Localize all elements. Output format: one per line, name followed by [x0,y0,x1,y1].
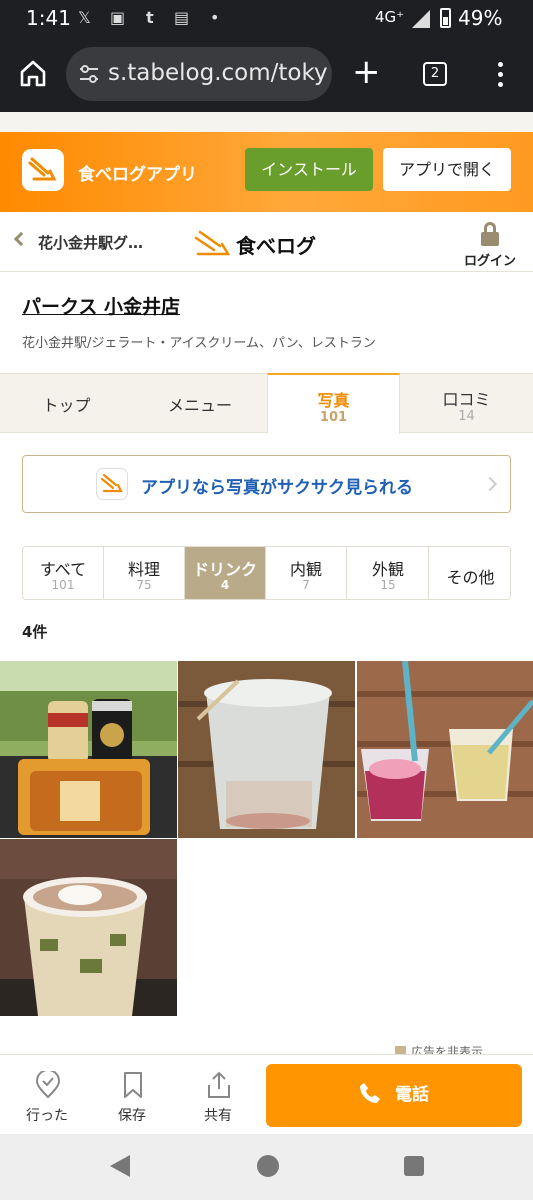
site-settings-icon[interactable] [78,64,100,84]
filter-label: 外観 [371,560,404,579]
login-button[interactable]: ログイン [458,220,522,270]
address-bar[interactable]: s.tabelog.com/toky [66,47,332,101]
dot-icon: • [210,8,220,27]
tumblr-icon: t [146,8,154,27]
filter-food[interactable]: 料理 75 [104,547,185,599]
status-time: 1:41 [26,6,71,30]
nav-recents-icon[interactable] [404,1156,424,1176]
back-link[interactable]: 花小金井駅グ… [38,232,143,253]
bottom-action-bar: 行った 保存 共有 電話 [0,1054,533,1134]
app-name: 食べログアプリ [78,165,197,185]
bookmark-icon [120,1071,146,1099]
photo-thumbnail[interactable] [178,661,355,838]
tabelog-logo[interactable]: 食べログ [192,226,332,260]
filter-label: すべて [39,560,87,579]
network-type: 4G⁺ [375,8,405,26]
tabelog-app-icon [96,468,128,500]
tab-photos[interactable]: 写真 101 [267,373,400,434]
tab-top[interactable]: トップ [0,374,133,433]
checkin-icon [35,1069,61,1099]
filter-count: 101 [51,578,75,592]
filter-count: 7 [302,578,310,592]
result-count: 4件 [22,623,48,641]
photo-category-filters: すべて 101 料理 75 ドリンク 4 内観 7 外観 15 その他 [22,546,511,600]
android-nav-bar [0,1134,533,1200]
url-text: s.tabelog.com/toky [108,60,328,86]
filter-drink[interactable]: ドリンク 4 [185,547,266,599]
call-label: 電話 [395,1085,429,1105]
screenshot-icon: ▣ [110,8,126,27]
filter-count: 4 [220,578,230,592]
tab-label: 口コミ [442,390,491,409]
share-button[interactable]: 共有 [188,1067,248,1127]
app-promo-banner[interactable]: アプリなら写真がサクサク見られる [22,455,511,513]
tab-menu[interactable]: メニュー [133,374,267,433]
filter-count: 15 [380,578,396,592]
tab-label: メニュー [167,396,232,415]
tab-reviews[interactable]: 口コミ 14 [400,374,533,433]
filter-exterior[interactable]: 外観 15 [348,547,429,599]
signal-icon [412,10,430,28]
filter-label: ドリンク [192,560,257,579]
phone-icon [359,1068,381,1103]
login-label: ログイン [463,254,516,269]
went-label: 行った [26,1108,68,1124]
more-menu-icon[interactable] [492,60,510,90]
photo-thumbnail[interactable] [357,661,533,838]
filter-label: 料理 [127,560,160,579]
status-bar: 1:41 𝕏 ▣ t ▤ • 4G⁺ 49% [0,0,533,36]
tab-count: 101 [319,410,348,425]
install-button[interactable]: インストール [245,148,373,191]
nav-back-icon[interactable] [110,1155,130,1177]
photo-thumbnail[interactable] [0,661,177,838]
filter-count: 75 [136,578,152,592]
tab-label: 写真 [317,391,350,410]
open-in-app-button[interactable]: アプリで開く [383,148,511,191]
filter-label: 内観 [289,560,322,579]
app-banner: 食べログアプリ インストール アプリで開く [0,132,533,212]
share-label: 共有 [204,1108,232,1124]
x-icon: 𝕏 [78,8,91,27]
went-button[interactable]: 行った [17,1067,77,1127]
promo-text: アプリなら写真がサクサク見られる [141,478,413,498]
home-icon[interactable] [18,58,48,88]
tab-switcher-button[interactable]: 2 [423,62,447,86]
back-chevron-icon[interactable] [13,231,29,247]
tab-label: トップ [42,396,91,415]
page-top-strip [0,112,533,132]
restaurant-meta: 花小金井駅/ジェラート・アイスクリーム、パン、レストラン [22,336,376,351]
filter-label: その他 [446,568,495,587]
filter-all[interactable]: すべて 101 [23,547,104,599]
battery-icon [440,8,451,28]
photos-icon: ▤ [174,8,190,27]
save-label: 保存 [118,1108,146,1124]
chevron-right-icon [482,476,498,492]
photo-thumbnail[interactable] [0,839,177,1016]
restaurant-name[interactable]: パークス 小金井店 [22,292,180,319]
save-button[interactable]: 保存 [102,1067,162,1127]
new-tab-icon[interactable]: + [352,54,381,90]
filter-other[interactable]: その他 [430,547,510,599]
nav-home-icon[interactable] [257,1155,279,1177]
share-icon [206,1071,232,1099]
tab-count: 14 [458,409,475,424]
restaurant-tabs: トップ メニュー 写真 101 口コミ 14 [0,373,533,434]
lock-icon [481,222,499,246]
filter-interior[interactable]: 内観 7 [266,547,347,599]
browser-toolbar: s.tabelog.com/toky + 2 [0,36,533,112]
logo-text: 食べログ [236,234,316,258]
call-button[interactable]: 電話 [266,1064,522,1127]
site-header: 花小金井駅グ… 食べログ ログイン [0,212,533,272]
tabelog-app-icon [22,149,64,191]
battery-percent: 49% [458,6,503,30]
